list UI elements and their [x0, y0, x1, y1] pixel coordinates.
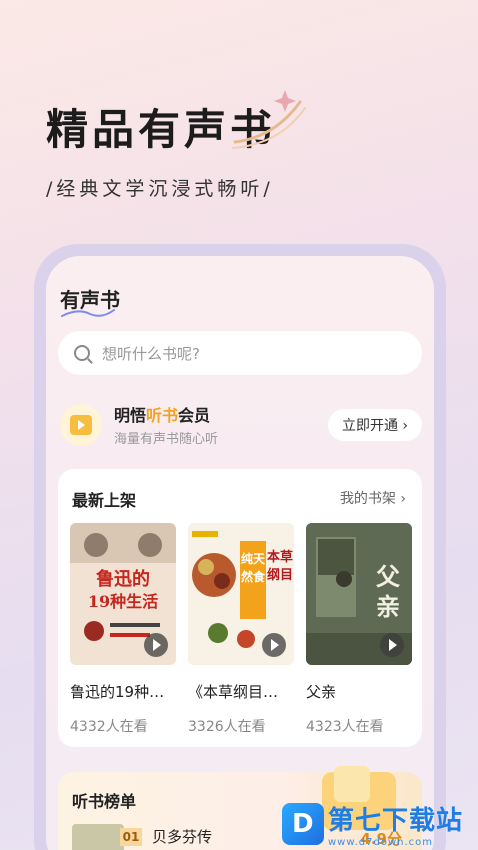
book-title: 鲁迅的19种…: [70, 683, 165, 701]
book-card[interactable]: 纯天 然食 本草 纲目 《本草纲目… 3326人在看: [188, 523, 294, 736]
ranking-sheet-icon: [334, 766, 370, 802]
book-title: 《本草纲目…: [188, 683, 279, 701]
search-placeholder[interactable]: 想听什么书呢?: [102, 343, 200, 364]
sparkle-swoosh-icon: [232, 90, 306, 149]
vip-title-suffix: 会员: [178, 406, 211, 425]
book-listeners: 4332人在看: [70, 719, 148, 735]
svg-text:鲁迅的: 鲁迅的: [96, 568, 150, 590]
vip-play-icon: [60, 404, 102, 446]
app-screen: 有声书 想听什么书呢? 明悟听书会员 海量有声书随心听 立即开通 › 最新上架 …: [46, 256, 434, 850]
book-cover[interactable]: 父 亲: [306, 523, 412, 665]
watermark-brand: 第七下载站: [328, 806, 464, 836]
book-card[interactable]: 鲁迅的 19种生活 鲁迅的19种… 4332人在看: [70, 523, 176, 736]
vip-title-prefix: 明悟: [114, 406, 147, 425]
svg-text:父: 父: [376, 562, 401, 591]
book-title: 父亲: [306, 683, 337, 701]
vip-title-highlight: 听书: [146, 406, 179, 425]
hero-subtitle: /经典文学沉浸式畅听/: [46, 178, 274, 200]
ranking-item-cover[interactable]: [72, 824, 124, 850]
book-listeners: 3326人在看: [188, 719, 266, 735]
play-icon[interactable]: [380, 633, 404, 657]
ranking-item-number: 01: [120, 828, 142, 846]
open-vip-button[interactable]: 立即开通 ›: [328, 409, 422, 441]
vip-title: 明悟听书会员: [114, 402, 210, 426]
new-shelf-panel: 最新上架 我的书架 › 鲁迅的 19种生活 鲁迅的19种… 4332人在看 纯天…: [58, 469, 422, 747]
svg-text:本草: 本草: [267, 549, 293, 565]
watermark-url: www.d7down.com: [328, 837, 434, 848]
svg-text:19种生活: 19种生活: [88, 592, 158, 611]
svg-text:然食: 然食: [241, 569, 266, 584]
ranking-item-title[interactable]: 贝多芬传: [152, 826, 212, 847]
svg-text:纲目: 纲目: [267, 567, 293, 583]
search-bar[interactable]: 想听什么书呢?: [58, 331, 422, 375]
book-card[interactable]: 父 亲 父亲 4323人在看: [306, 523, 412, 736]
new-shelf-title: 最新上架: [72, 491, 137, 510]
book-cover[interactable]: 鲁迅的 19种生活: [70, 523, 176, 665]
site-logo-icon: [282, 803, 324, 845]
site-watermark: 第七下载站 www.d7down.com: [282, 798, 478, 850]
search-icon: [74, 345, 90, 361]
book-listeners: 4323人在看: [306, 719, 384, 735]
my-bookshelf-link[interactable]: 我的书架 ›: [340, 488, 406, 508]
book-cover[interactable]: 纯天 然食 本草 纲目: [188, 523, 294, 665]
phone-frame: 有声书 想听什么书呢? 明悟听书会员 海量有声书随心听 立即开通 › 最新上架 …: [34, 244, 446, 850]
svg-text:亲: 亲: [376, 592, 400, 621]
play-icon[interactable]: [262, 633, 286, 657]
ranking-title: 听书榜单: [72, 792, 137, 811]
title-underline-icon: [61, 309, 115, 317]
vip-description: 海量有声书随心听: [114, 432, 219, 447]
play-icon[interactable]: [144, 633, 168, 657]
svg-text:纯天: 纯天: [241, 551, 266, 566]
